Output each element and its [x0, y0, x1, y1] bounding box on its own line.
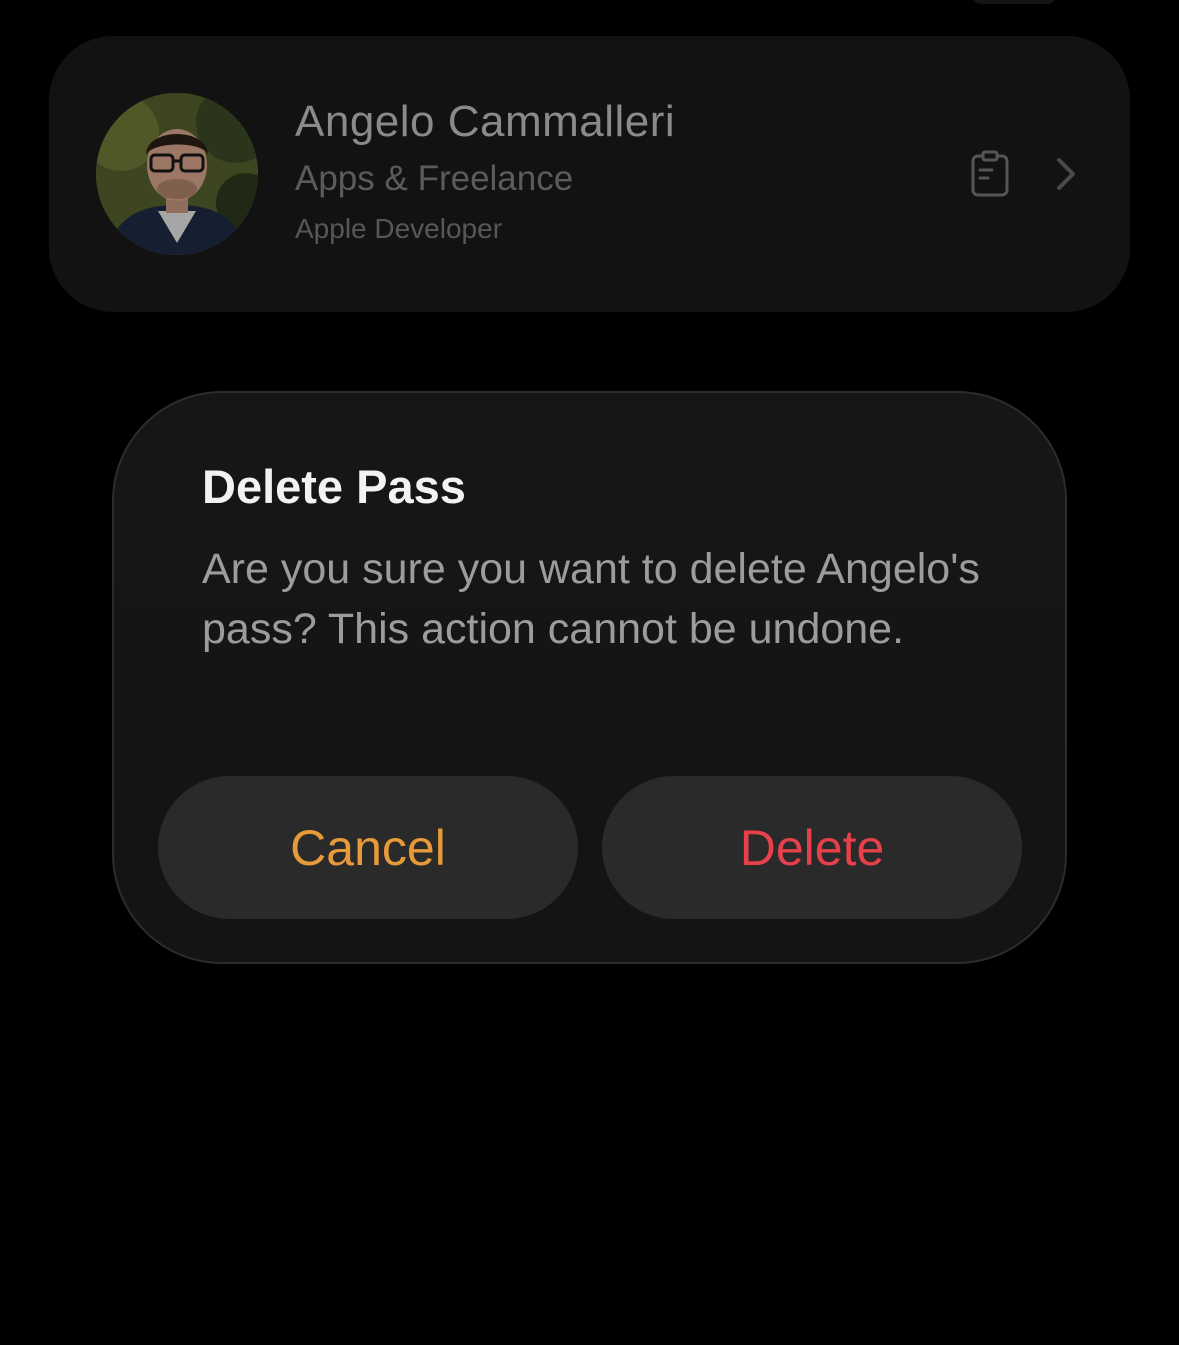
chevron-right-icon[interactable] [1053, 156, 1079, 192]
avatar [96, 93, 258, 255]
pass-subtitle: Apps & Freelance [295, 159, 574, 198]
top-handle [972, 0, 1056, 4]
pass-caption: Apple Developer [295, 213, 503, 244]
pass-info: Angelo Cammalleri Apps & Freelance Apple… [295, 96, 675, 246]
pass-holder-name: Angelo Cammalleri [295, 97, 676, 146]
notes-icon[interactable] [970, 150, 1010, 198]
delete-button[interactable]: Delete [602, 776, 1022, 919]
dialog-title: Delete Pass [202, 460, 466, 513]
cancel-button[interactable]: Cancel [158, 776, 578, 919]
avatar-photo [96, 93, 258, 255]
delete-pass-dialog: Delete Pass Are you sure you want to del… [112, 391, 1067, 964]
pass-card[interactable]: Angelo Cammalleri Apps & Freelance Apple… [49, 36, 1130, 312]
dialog-message: Are you sure you want to delete Angelo's… [202, 545, 980, 653]
